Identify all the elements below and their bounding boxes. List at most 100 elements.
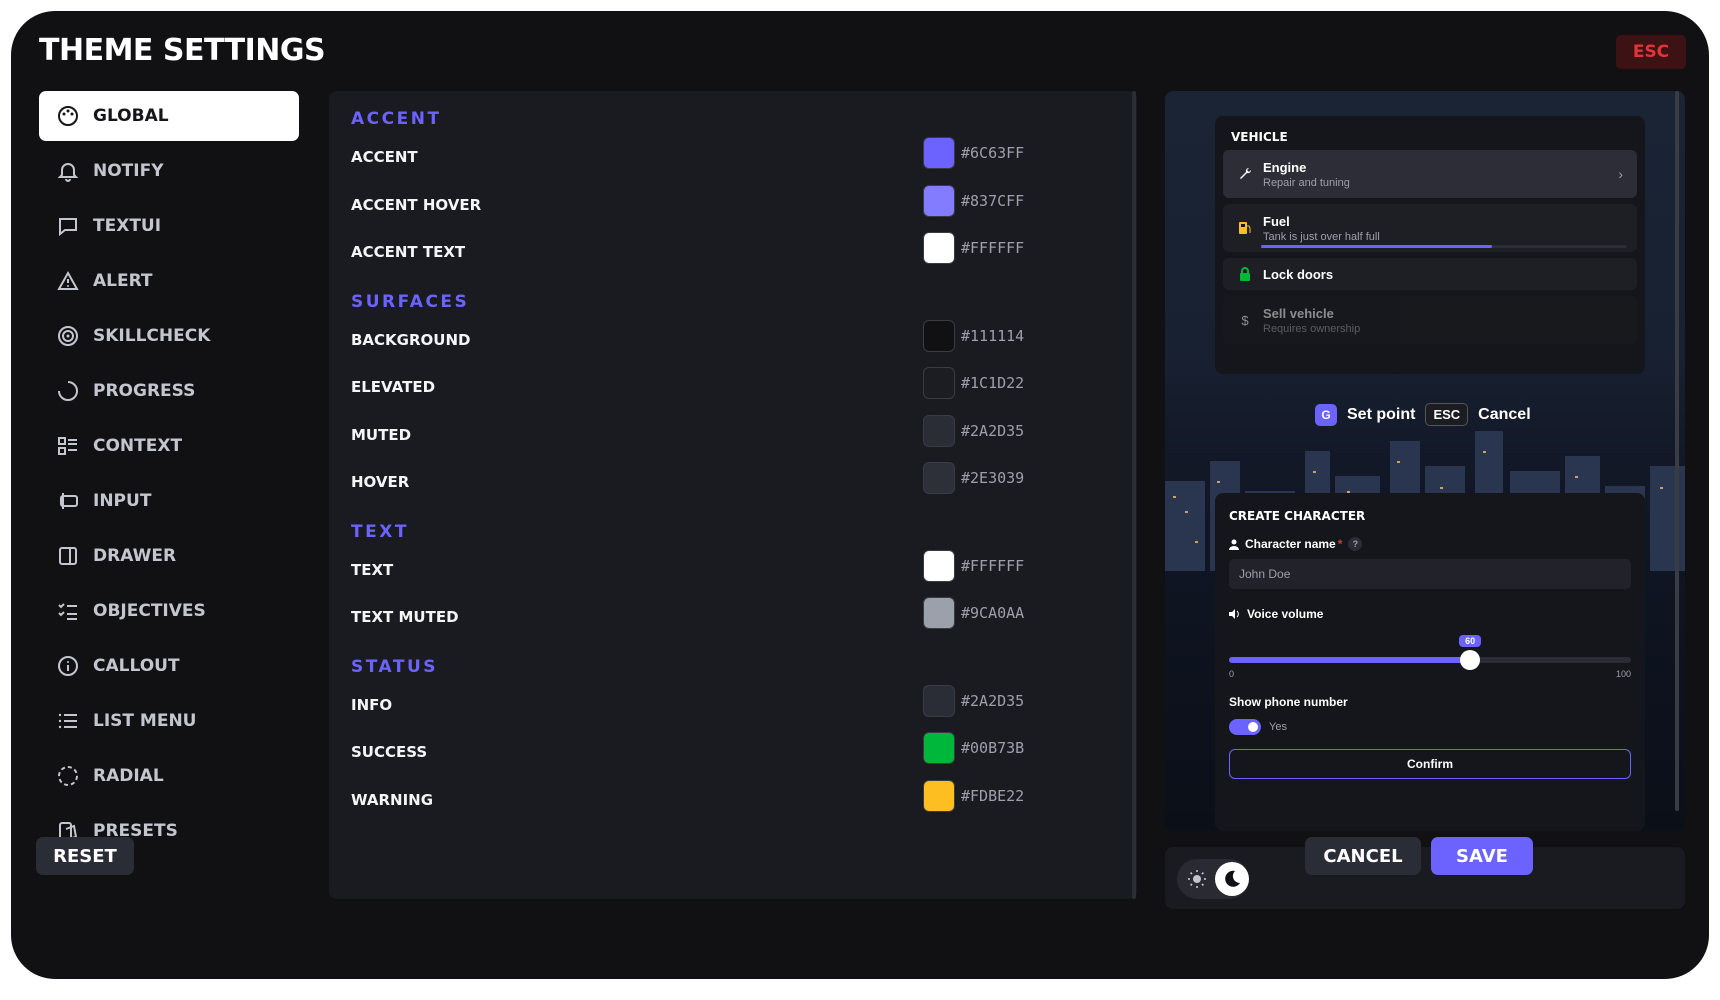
context-icon bbox=[58, 437, 77, 455]
color-hex-value[interactable]: #FFFFFF bbox=[961, 557, 1024, 575]
sidebar-item-label: OBJECTIVES bbox=[93, 601, 206, 621]
sidebar-item-radial[interactable]: RADIAL bbox=[39, 751, 299, 801]
textui-action: Set point bbox=[1347, 405, 1416, 423]
section-title-surfaces: SURFACES bbox=[351, 291, 470, 312]
sidebar-item-drawer[interactable]: DRAWER bbox=[39, 531, 299, 581]
sidebar-item-notify[interactable]: NOTIFY bbox=[39, 146, 299, 196]
color-hex-value[interactable]: #6C63FF bbox=[961, 144, 1024, 162]
moon-icon[interactable] bbox=[1215, 862, 1249, 896]
menu-item-engine[interactable]: Engine Repair and tuning › bbox=[1223, 150, 1637, 198]
sidebar-item-global[interactable]: GLOBAL bbox=[39, 91, 299, 141]
sidebar-item-context[interactable]: CONTEXT bbox=[39, 421, 299, 471]
color-label: ACCENT bbox=[351, 148, 418, 166]
color-swatch[interactable] bbox=[923, 232, 955, 264]
color-hex-value[interactable]: #FFFFFF bbox=[961, 239, 1024, 257]
form-title: CREATE CHARACTER bbox=[1229, 509, 1366, 523]
color-hex-value[interactable]: #00B73B bbox=[961, 739, 1024, 757]
info-icon bbox=[58, 656, 78, 676]
settings-panel: ACCENT ACCENT #6C63FF ACCENT HOVER #837CFF AC… bbox=[329, 91, 1137, 899]
theme-mode-toggle[interactable] bbox=[1177, 859, 1249, 899]
chevron-right-icon: › bbox=[1618, 166, 1623, 182]
character-name-input[interactable]: John Doe bbox=[1229, 559, 1631, 589]
phone-label: Show phone number bbox=[1229, 695, 1348, 709]
color-swatch[interactable] bbox=[923, 462, 955, 494]
color-swatch[interactable] bbox=[923, 137, 955, 169]
sun-icon[interactable] bbox=[1187, 869, 1207, 889]
sidebar-item-label: CALLOUT bbox=[93, 656, 180, 676]
progress-icon bbox=[58, 381, 78, 401]
help-icon[interactable]: ? bbox=[1348, 537, 1363, 551]
menu-item-subtitle: Repair and tuning bbox=[1263, 176, 1350, 189]
confirm-button[interactable]: Confirm bbox=[1229, 749, 1631, 779]
slider-range: 0 100 bbox=[1229, 669, 1631, 679]
color-hex-value[interactable]: #2E3039 bbox=[961, 469, 1024, 487]
color-swatch[interactable] bbox=[923, 184, 955, 217]
save-button[interactable]: SAVE bbox=[1431, 837, 1533, 875]
checklist-icon bbox=[58, 603, 77, 620]
menu-item-lock-doors[interactable]: Lock doors bbox=[1223, 258, 1637, 290]
color-label: ACCENT TEXT bbox=[351, 243, 466, 261]
sidebar-item-label: INPUT bbox=[93, 491, 152, 511]
section-title-accent: ACCENT bbox=[351, 109, 442, 129]
key-g: G bbox=[1315, 403, 1337, 426]
menu-item-title: Sell vehicle bbox=[1263, 305, 1334, 321]
section-title-status: STATUS bbox=[351, 656, 439, 677]
sidebar-item-label: DRAWER bbox=[93, 546, 177, 566]
color-label: BACKGROUND bbox=[351, 330, 471, 349]
volume-slider[interactable]: 60 bbox=[1229, 635, 1631, 670]
color-swatch[interactable] bbox=[923, 319, 955, 352]
slider-thumb[interactable] bbox=[1460, 650, 1481, 670]
reset-button[interactable]: RESET bbox=[36, 837, 134, 875]
preview-scrollbar[interactable] bbox=[1675, 91, 1679, 811]
color-swatch[interactable] bbox=[923, 414, 955, 447]
sidebar-item-label: CONTEXT bbox=[93, 436, 183, 456]
color-swatch[interactable] bbox=[923, 732, 955, 764]
sidebar-item-list-menu[interactable]: LIST MENU bbox=[39, 696, 299, 746]
color-label: TEXT MUTED bbox=[351, 608, 459, 626]
scrollbar[interactable] bbox=[1132, 91, 1136, 899]
color-label: HOVER bbox=[351, 473, 410, 491]
color-hex-value[interactable]: #FDBE22 bbox=[961, 787, 1024, 805]
color-hex-value[interactable]: #2A2D35 bbox=[961, 422, 1024, 440]
sidebar-item-progress[interactable]: PROGRESS bbox=[39, 366, 299, 416]
sidebar-item-skillcheck[interactable]: SKILLCHECK bbox=[39, 311, 299, 361]
preview-panel: VEHICLE Engine Repair and tuning › Fuel Ta… bbox=[1165, 91, 1685, 831]
color-label: MUTED bbox=[351, 425, 412, 444]
color-swatch[interactable] bbox=[923, 779, 955, 812]
color-swatch[interactable] bbox=[923, 597, 955, 629]
key-esc: ESC bbox=[1425, 403, 1469, 426]
color-swatch[interactable] bbox=[923, 549, 955, 582]
list-icon bbox=[58, 713, 77, 729]
sidebar-item-textui[interactable]: TEXTUI bbox=[39, 201, 299, 251]
cancel-button[interactable]: CANCEL bbox=[1305, 837, 1421, 875]
required-mark: * bbox=[1337, 537, 1343, 551]
color-swatch[interactable] bbox=[923, 684, 955, 717]
color-hex-value[interactable]: #111114 bbox=[961, 327, 1024, 345]
color-hex-value[interactable]: #1C1D22 bbox=[961, 374, 1024, 392]
color-hex-value[interactable]: #9CA0AA bbox=[961, 604, 1024, 622]
sidebar-item-label: PROGRESS bbox=[93, 381, 196, 401]
radial-icon bbox=[58, 766, 78, 786]
esc-close-button[interactable]: ESC bbox=[1616, 35, 1686, 69]
phone-toggle-row: Yes bbox=[1229, 719, 1631, 735]
color-hex-value[interactable]: #837CFF bbox=[961, 192, 1024, 210]
sidebar-item-callout[interactable]: CALLOUT bbox=[39, 641, 299, 691]
color-label: TEXT bbox=[351, 560, 394, 579]
menu-item-title: Fuel bbox=[1263, 213, 1290, 229]
color-hex-value[interactable]: #2A2D35 bbox=[961, 692, 1024, 710]
create-character-form: CREATE CHARACTER Character name * ? John… bbox=[1215, 493, 1645, 831]
color-label: ACCENT HOVER bbox=[351, 195, 482, 214]
color-swatch[interactable] bbox=[923, 367, 955, 399]
user-icon bbox=[1229, 539, 1239, 550]
sidebar-item-input[interactable]: INPUT bbox=[39, 476, 299, 526]
menu-item-sell-vehicle[interactable]: $ Sell vehicle Requires ownership bbox=[1223, 296, 1637, 344]
sidebar-item-label: GLOBAL bbox=[93, 106, 169, 126]
phone-toggle[interactable] bbox=[1229, 719, 1261, 735]
sidebar-item-label: SKILLCHECK bbox=[93, 326, 211, 346]
sidebar-item-objectives[interactable]: OBJECTIVES bbox=[39, 586, 299, 636]
sidebar-item-label: RADIAL bbox=[93, 766, 164, 786]
sidebar-item-alert[interactable]: ALERT bbox=[39, 256, 299, 306]
menu-item-fuel[interactable]: Fuel Tank is just over half full bbox=[1223, 204, 1637, 252]
lock-icon bbox=[1237, 266, 1253, 282]
palette-icon bbox=[58, 106, 78, 126]
